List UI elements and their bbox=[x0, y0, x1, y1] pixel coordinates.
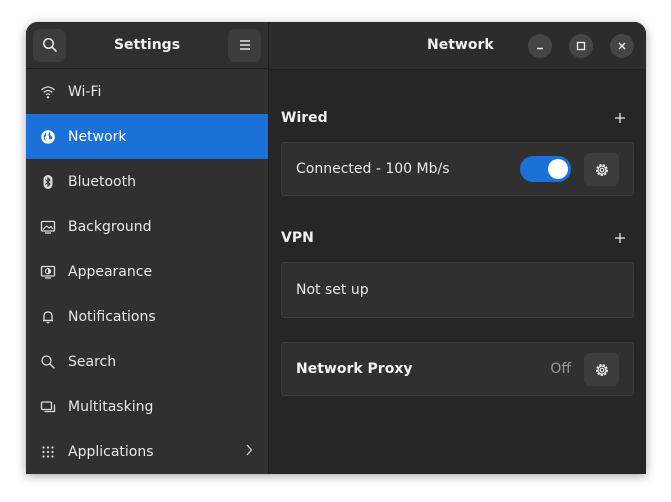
main-menu-button[interactable] bbox=[228, 28, 261, 62]
sidebar-item-label: Search bbox=[68, 353, 117, 370]
sidebar-title: Settings bbox=[113, 37, 181, 53]
sidebar-item-network[interactable]: Network bbox=[26, 114, 268, 159]
vpn-section-title: VPN bbox=[281, 230, 314, 246]
wired-connection-row: Connected - 100 Mb/s bbox=[281, 142, 634, 196]
appearance-icon bbox=[38, 262, 58, 282]
search-icon bbox=[42, 38, 57, 52]
sidebar-item-appearance[interactable]: Appearance bbox=[26, 249, 268, 294]
vpn-section-header: VPN bbox=[281, 228, 634, 248]
multitasking-icon bbox=[38, 397, 58, 417]
sidebar-list: Wi-Fi Network Bluetooth Background Appea… bbox=[26, 69, 268, 474]
add-wired-button[interactable] bbox=[610, 108, 630, 128]
background-icon bbox=[38, 217, 58, 237]
wired-connection-status: Connected - 100 Mb/s bbox=[296, 161, 450, 177]
minimize-icon bbox=[537, 47, 543, 50]
vpn-status-row: Not set up bbox=[281, 262, 634, 318]
content-header: Network bbox=[269, 22, 646, 70]
wifi-icon bbox=[38, 82, 58, 102]
sidebar-item-wifi[interactable]: Wi-Fi bbox=[26, 69, 268, 114]
search-button[interactable] bbox=[33, 28, 66, 62]
sidebar-item-bluetooth[interactable]: Bluetooth bbox=[26, 159, 268, 204]
network-proxy-status: Off bbox=[550, 361, 571, 377]
plus-icon bbox=[615, 113, 625, 123]
sidebar-item-notifications[interactable]: Notifications bbox=[26, 294, 268, 339]
minimize-button[interactable] bbox=[528, 34, 552, 58]
sidebar-item-label: Notifications bbox=[68, 308, 156, 325]
sidebar-item-multitasking[interactable]: Multitasking bbox=[26, 384, 268, 429]
plus-icon bbox=[615, 233, 625, 243]
proxy-settings-button[interactable] bbox=[584, 353, 619, 386]
sidebar-item-label: Background bbox=[68, 218, 152, 235]
maximize-icon bbox=[576, 41, 586, 51]
sidebar-item-label: Multitasking bbox=[68, 398, 154, 415]
sidebar-item-applications[interactable]: Applications bbox=[26, 429, 268, 474]
sidebar-item-label: Appearance bbox=[68, 263, 153, 280]
grid-icon bbox=[38, 442, 58, 462]
wired-section-header: Wired bbox=[281, 108, 634, 128]
sidebar-item-label: Applications bbox=[68, 443, 154, 460]
settings-window: Settings Wi-Fi Network Bluetooth Backgro… bbox=[26, 22, 646, 474]
wired-toggle[interactable] bbox=[520, 156, 571, 182]
sidebar-item-label: Wi-Fi bbox=[68, 83, 102, 100]
hamburger-menu-icon bbox=[239, 40, 250, 50]
gear-icon bbox=[595, 163, 608, 176]
close-icon bbox=[618, 42, 626, 50]
page-title: Network bbox=[427, 37, 494, 53]
wired-settings-button[interactable] bbox=[584, 153, 619, 186]
sidebar: Settings Wi-Fi Network Bluetooth Backgro… bbox=[26, 22, 269, 474]
search-icon bbox=[38, 352, 58, 372]
bell-icon bbox=[38, 307, 58, 327]
sidebar-item-background[interactable]: Background bbox=[26, 204, 268, 249]
sidebar-item-search[interactable]: Search bbox=[26, 339, 268, 384]
chevron-right-icon bbox=[244, 443, 254, 461]
network-proxy-label: Network Proxy bbox=[296, 361, 413, 377]
globe-icon bbox=[38, 127, 58, 147]
network-proxy-row[interactable]: Network Proxy Off bbox=[281, 342, 634, 396]
sidebar-header: Settings bbox=[26, 22, 268, 69]
maximize-button[interactable] bbox=[569, 34, 593, 58]
vpn-status: Not set up bbox=[296, 282, 369, 298]
bluetooth-icon bbox=[38, 172, 58, 192]
close-button[interactable] bbox=[610, 34, 634, 58]
window-controls bbox=[528, 34, 634, 58]
sidebar-item-label: Bluetooth bbox=[68, 173, 136, 190]
add-vpn-button[interactable] bbox=[610, 228, 630, 248]
toggle-knob bbox=[548, 159, 568, 179]
gear-icon bbox=[595, 363, 608, 376]
sidebar-item-label: Network bbox=[68, 128, 127, 145]
content-pane: Network Wired Connected - 100 Mb/s VPN N… bbox=[269, 22, 646, 474]
wired-section-title: Wired bbox=[281, 110, 328, 126]
